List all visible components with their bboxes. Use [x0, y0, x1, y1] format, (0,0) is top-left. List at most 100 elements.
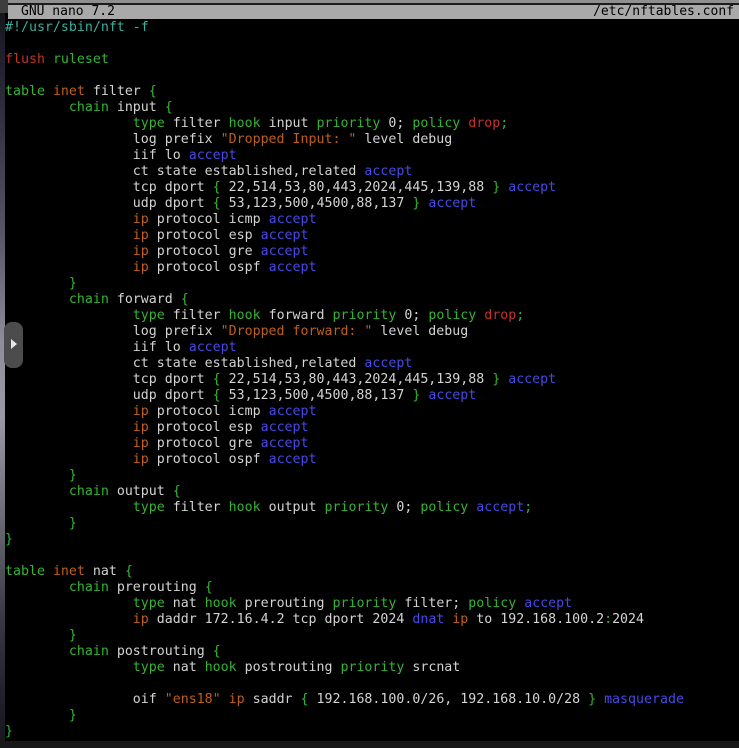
code-token: {: [205, 580, 213, 595]
code-line: udp dport { 53,123,500,4500,88,137 } acc…: [5, 196, 739, 212]
code-token: chain: [69, 100, 109, 115]
code-token: ;: [500, 116, 508, 131]
code-token: }: [5, 532, 13, 547]
code-token: [5, 660, 133, 675]
code-token: protocol esp: [149, 420, 261, 435]
code-line: type filter hook output priority 0; poli…: [5, 500, 739, 516]
code-token: tcp dport: [5, 372, 213, 387]
code-line: table inet nat {: [5, 564, 739, 580]
code-token: }: [69, 628, 77, 643]
code-token: accept: [269, 260, 317, 275]
code-token: ip: [452, 612, 468, 627]
code-token: "Dropped forward: ": [221, 324, 373, 339]
code-token: "Dropped Input: ": [221, 132, 357, 147]
code-token: [45, 84, 53, 99]
code-token: }: [588, 692, 596, 707]
code-token: dnat: [412, 612, 444, 627]
code-token: oif: [5, 692, 165, 707]
side-panel-handle[interactable]: [4, 322, 23, 368]
code-token: prerouting: [237, 596, 333, 611]
code-token: to 192.168.100.2: [468, 612, 604, 627]
code-line: ip daddr 172.16.4.2 tcp dport 2024 dnat …: [5, 612, 739, 628]
code-token: {: [125, 564, 133, 579]
code-token: [5, 612, 133, 627]
code-token: tcp dport: [5, 180, 213, 195]
code-token: 192.168.100.0/26, 192.168.10.0/28: [309, 692, 589, 707]
code-token: policy: [428, 308, 476, 323]
file-path: /etc/nftables.conf: [593, 5, 734, 19]
terminal-window: GNU nano 7.2 /etc/nftables.conf #!/usr/s…: [0, 0, 739, 748]
code-token: protocol ospf: [149, 452, 269, 467]
code-token: inet: [53, 84, 85, 99]
code-token: priority: [333, 308, 397, 323]
code-line: type nat hook postrouting priority srcna…: [5, 660, 739, 676]
code-token: chain: [69, 484, 109, 499]
code-token: {: [213, 196, 221, 211]
code-token: accept: [508, 180, 556, 195]
code-line: ip protocol ospf accept: [5, 452, 739, 468]
code-token: daddr 172.16.4.2 tcp dport 2024: [149, 612, 413, 627]
code-token: [5, 244, 133, 259]
nano-titlebar-bar: GNU nano 7.2 /etc/nftables.conf: [8, 5, 739, 19]
code-token: accept: [364, 356, 412, 371]
code-token: ip: [229, 692, 245, 707]
code-line: tcp dport { 22,514,53,80,443,2024,445,13…: [5, 180, 739, 196]
code-token: [500, 180, 508, 195]
code-line: }: [5, 724, 739, 740]
code-token: type: [133, 116, 165, 131]
code-token: prerouting: [109, 580, 205, 595]
code-token: level debug: [356, 132, 452, 147]
code-line: iif lo accept: [5, 340, 739, 356]
code-token: nat: [85, 564, 125, 579]
code-token: 22,514,53,80,443,2024,445,139,88: [221, 372, 493, 387]
code-line: [5, 68, 739, 84]
code-token: accept: [269, 404, 317, 419]
code-token: saddr: [245, 692, 301, 707]
code-line: chain forward {: [5, 292, 739, 308]
code-token: [596, 692, 604, 707]
code-token: [5, 452, 133, 467]
code-token: filter: [165, 116, 229, 131]
code-token: [5, 228, 133, 243]
code-line: #!/usr/sbin/nft -f: [5, 20, 739, 36]
code-token: accept: [189, 340, 237, 355]
code-token: [5, 484, 69, 499]
code-line: type filter hook forward priority 0; pol…: [5, 308, 739, 324]
code-line: ip protocol icmp accept: [5, 404, 739, 420]
code-token: hook: [205, 596, 237, 611]
code-token: protocol icmp: [149, 212, 269, 227]
code-line: ip protocol icmp accept: [5, 212, 739, 228]
code-token: ;: [524, 500, 532, 515]
code-token: policy: [468, 596, 516, 611]
code-token: chain: [69, 292, 109, 307]
code-token: chain: [69, 644, 109, 659]
code-token: ip: [133, 612, 149, 627]
editor-area[interactable]: #!/usr/sbin/nft -fflush rulesettable ine…: [5, 20, 739, 740]
code-token: [5, 708, 69, 723]
code-token: ip: [133, 420, 149, 435]
code-token: }: [69, 468, 77, 483]
code-token: output: [109, 484, 173, 499]
code-token: accept: [269, 452, 317, 467]
code-line: type nat hook prerouting priority filter…: [5, 596, 739, 612]
code-token: :: [604, 612, 612, 627]
code-line: }: [5, 276, 739, 292]
code-token: ;: [516, 308, 524, 323]
code-token: ip: [133, 452, 149, 467]
code-token: [5, 276, 69, 291]
code-token: [500, 372, 508, 387]
code-token: [5, 644, 69, 659]
code-token: priority: [325, 500, 389, 515]
code-token: 0;: [380, 116, 412, 131]
code-token: masquerade: [604, 692, 684, 707]
code-token: type: [133, 596, 165, 611]
code-token: [221, 692, 229, 707]
code-token: [5, 468, 69, 483]
code-token: accept: [428, 196, 476, 211]
code-line: ct state established,related accept: [5, 356, 739, 372]
code-token: postrouting: [109, 644, 213, 659]
code-token: }: [492, 180, 500, 195]
code-token: nat: [165, 596, 205, 611]
code-token: 53,123,500,4500,88,137: [221, 388, 413, 403]
code-token: #!/usr/sbin/nft -f: [5, 20, 149, 35]
